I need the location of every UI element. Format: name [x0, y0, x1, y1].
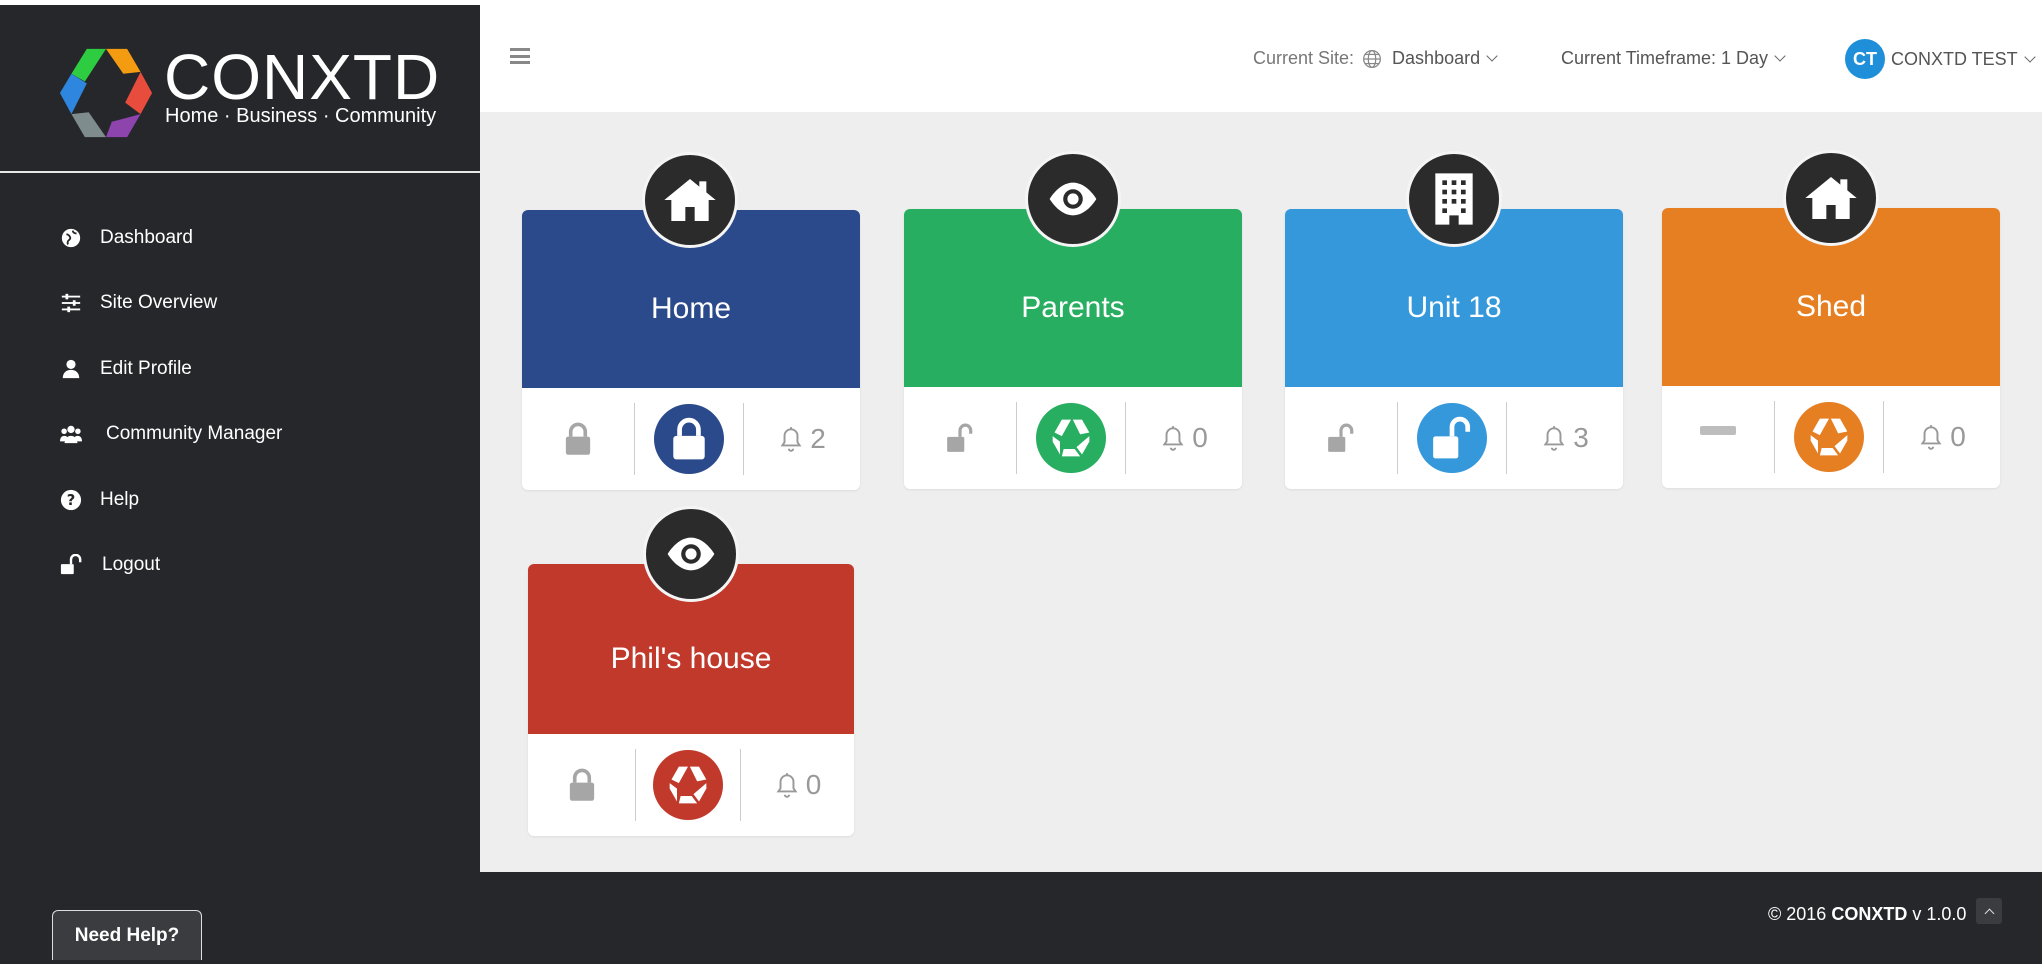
timeframe-label: Current Timeframe: 1 Day	[1561, 48, 1769, 68]
alert-count[interactable]: 0	[741, 749, 854, 821]
bell-icon	[1543, 426, 1565, 451]
site-card-shed[interactable]: Shed 0	[1662, 150, 2000, 488]
need-help-button[interactable]: Need Help?	[52, 910, 202, 960]
alert-count-value: 2	[810, 423, 826, 454]
globe-icon	[1363, 49, 1382, 68]
scroll-top-button[interactable]	[1976, 898, 2002, 924]
sidebar-item-label: Site Overview	[100, 292, 218, 314]
status-cell[interactable]	[1398, 402, 1507, 474]
house-icon	[1783, 150, 1879, 246]
user-name: CONXTD TEST	[1891, 48, 2018, 69]
site-card-parents[interactable]: Parents 0	[904, 151, 1242, 489]
dashboard-main: Home 2 Parents 0 Unit 18 3 Shed 0 Phil's…	[480, 112, 2042, 872]
alert-count-value: 0	[1950, 421, 1966, 452]
brand-logo[interactable]: CONXTD Home · Business · Community	[0, 5, 480, 173]
card-title: Home	[650, 292, 732, 325]
globe-icon	[58, 225, 84, 251]
copyright: © 2016 CONXTD v 1.0.0	[1768, 904, 1966, 925]
brand-tagline: Home · Business · Community	[165, 105, 437, 127]
building-icon	[1406, 151, 1502, 247]
conxtd-logo-icon	[1794, 402, 1864, 472]
conxtd-logo-icon	[1036, 403, 1106, 473]
sidebar: CONXTD Home · Business · Community Dashb…	[0, 5, 480, 872]
chevron-down-icon	[1486, 50, 1498, 62]
copyright-year: © 2016	[1768, 904, 1827, 924]
eye-icon	[643, 506, 739, 602]
site-card-unit-18[interactable]: Unit 18 3	[1285, 151, 1623, 489]
current-site-label: Current Site:	[1253, 48, 1355, 68]
card-status-row: 0	[904, 387, 1242, 489]
current-site-value: Dashboard	[1392, 48, 1481, 68]
menu-toggle-icon[interactable]	[510, 48, 530, 64]
unlock-icon	[58, 552, 84, 578]
card-status-row: 3	[1285, 387, 1623, 489]
card-status-row: 2	[522, 388, 860, 490]
sidebar-item-label: Edit Profile	[100, 357, 192, 379]
alert-count[interactable]: 0	[1884, 401, 2000, 473]
lock-state-unknown[interactable]	[1662, 401, 1775, 473]
sidebar-item-edit-profile[interactable]: Edit Profile	[0, 336, 480, 402]
card-title: Shed	[1795, 290, 1867, 323]
sidebar-item-community-manager[interactable]: Community Manager	[0, 402, 480, 468]
card-title: Unit 18	[1406, 291, 1502, 324]
unlock-icon[interactable]	[904, 402, 1017, 474]
unlock-icon	[1417, 403, 1487, 473]
timeframe-selector[interactable]: Current Timeframe: 1 Day	[1561, 48, 1786, 69]
brand-name: CONXTD	[164, 41, 441, 113]
status-cell[interactable]	[635, 403, 744, 475]
users-icon	[58, 421, 84, 447]
alert-count[interactable]: 0	[1126, 402, 1242, 474]
card-status-row: 0	[1662, 386, 2000, 488]
user-icon	[58, 356, 84, 382]
question-icon: ?	[58, 487, 84, 513]
unlock-icon[interactable]	[1285, 402, 1398, 474]
eye-icon	[1025, 151, 1121, 247]
sidebar-item-site-overview[interactable]: Site Overview	[0, 271, 480, 337]
dash-icon	[1700, 425, 1736, 435]
sidebar-item-label: Community Manager	[106, 423, 283, 445]
alert-count[interactable]: 3	[1507, 402, 1623, 474]
card-title: Phil's house	[610, 642, 772, 675]
status-cell[interactable]	[636, 749, 741, 821]
chevron-up-icon	[1984, 908, 1994, 918]
conxtd-logo-icon	[653, 750, 723, 820]
sliders-icon	[58, 290, 84, 316]
current-site-selector[interactable]: Current Site: Dashboard	[1253, 48, 1498, 69]
copyright-brand: CONXTD	[1831, 904, 1908, 924]
sidebar-item-label: Help	[100, 488, 140, 510]
card-title: Parents	[1021, 291, 1125, 324]
bell-icon	[1162, 426, 1184, 451]
app-version: v 1.0.0	[1912, 904, 1967, 924]
card-status-row: 0	[528, 734, 854, 836]
sidebar-item-help[interactable]: ? Help	[0, 467, 480, 533]
alert-count[interactable]: 2	[744, 403, 860, 475]
sidebar-item-label: Dashboard	[100, 226, 193, 248]
chevron-down-icon	[1774, 50, 1786, 62]
site-card-home[interactable]: Home 2	[522, 152, 860, 490]
alert-count-value: 3	[1573, 422, 1589, 453]
avatar: CT	[1845, 39, 1885, 79]
status-cell[interactable]	[1775, 401, 1884, 473]
sidebar-nav: Dashboard Site Overview Edit Profile Com…	[0, 205, 480, 598]
bell-icon	[1920, 425, 1942, 450]
user-menu[interactable]: CT CONXTD TEST	[1845, 39, 2036, 79]
svg-text:?: ?	[67, 492, 76, 509]
house-icon	[642, 152, 738, 248]
sidebar-item-dashboard[interactable]: Dashboard	[0, 205, 480, 271]
top-header: Current Site: Dashboard Current Timefram…	[480, 0, 2042, 112]
bell-icon	[780, 427, 802, 452]
sidebar-item-label: Logout	[102, 554, 161, 576]
alert-count-value: 0	[805, 769, 822, 800]
lock-icon[interactable]	[528, 749, 636, 821]
status-cell[interactable]	[1017, 402, 1126, 474]
lock-icon[interactable]	[522, 403, 635, 475]
sidebar-item-logout[interactable]: Logout	[0, 533, 480, 599]
footer: Need Help? © 2016 CONXTD v 1.0.0	[0, 872, 2042, 964]
lock-icon	[654, 404, 724, 474]
bell-icon	[776, 773, 798, 798]
alert-count-value: 0	[1192, 422, 1208, 453]
chevron-down-icon	[2024, 50, 2036, 63]
conxtd-logo-icon	[59, 48, 153, 138]
site-card-phils-house[interactable]: Phil's house 0	[528, 506, 854, 836]
